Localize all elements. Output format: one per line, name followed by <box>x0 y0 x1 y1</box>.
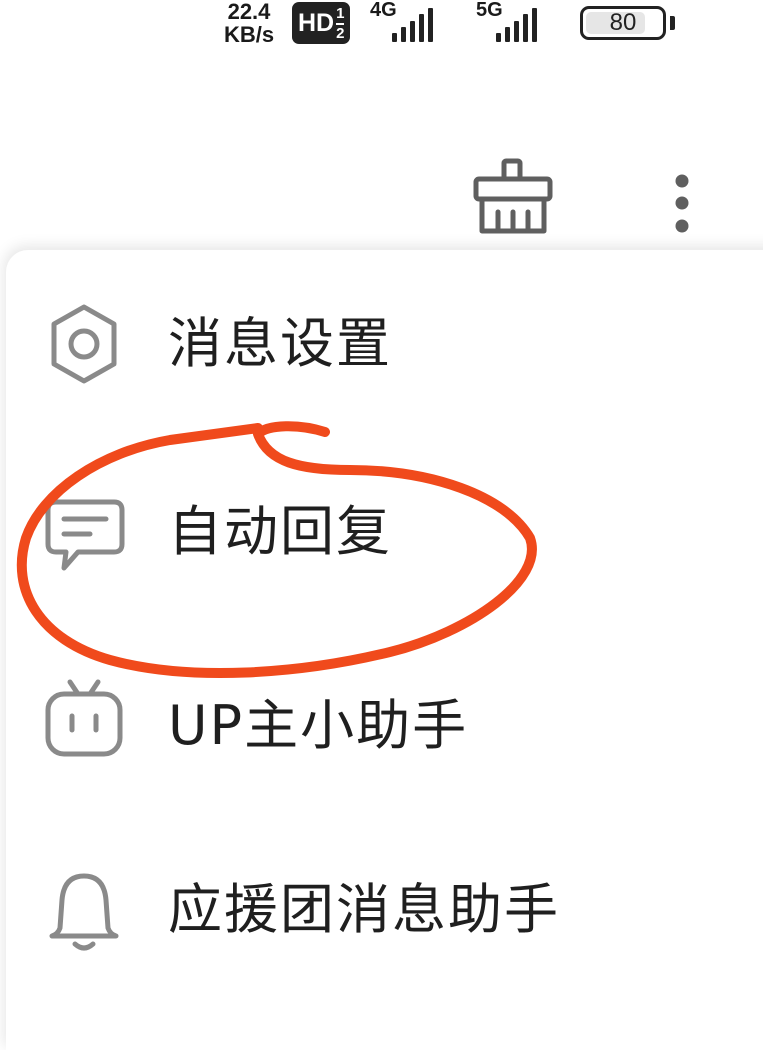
gear-icon <box>42 302 126 386</box>
menu-item-label: 自动回复 <box>168 500 392 563</box>
menu-item-fan-club-assistant[interactable]: 应援团消息助手 <box>6 820 763 1000</box>
broom-icon <box>473 158 553 234</box>
chat-bubble-icon <box>42 494 126 578</box>
menu-item-label: 消息设置 <box>168 312 392 375</box>
menu-item-label: UP主小助手 <box>168 694 469 757</box>
sim2-signal-icon <box>496 8 537 42</box>
menu-item-auto-reply[interactable]: 自动回复 <box>6 440 763 620</box>
network-speed-unit: KB/s <box>223 22 275 47</box>
hd-voice-badge: HD 1 2 <box>292 2 351 44</box>
menu-item-message-settings[interactable]: 消息设置 <box>6 252 763 432</box>
hd-label: HD <box>298 9 335 37</box>
battery-level: 80 <box>609 9 637 36</box>
status-bar: 22.4 KB/s HD 1 2 4G 5G 80 <box>0 0 763 60</box>
hd-sim-index: 12 <box>336 5 345 42</box>
network-speed-value: 22.4 <box>227 0 271 24</box>
more-options-button[interactable] <box>664 170 700 240</box>
battery-tip <box>670 16 675 30</box>
bell-icon <box>42 870 126 954</box>
tv-robot-icon <box>42 676 126 760</box>
menu-item-up-assistant[interactable]: UP主小助手 <box>6 630 763 810</box>
more-options-menu: 消息设置 自动回复 UP主小助手 应援团消息助手 <box>6 250 763 1050</box>
battery-icon: 80 <box>580 6 666 40</box>
menu-item-label: 应援团消息助手 <box>168 878 560 941</box>
network-speed: 22.4 KB/s <box>212 0 286 46</box>
clear-messages-button[interactable] <box>470 156 556 236</box>
sim1-signal-icon <box>392 8 433 42</box>
more-vertical-icon <box>675 174 689 233</box>
